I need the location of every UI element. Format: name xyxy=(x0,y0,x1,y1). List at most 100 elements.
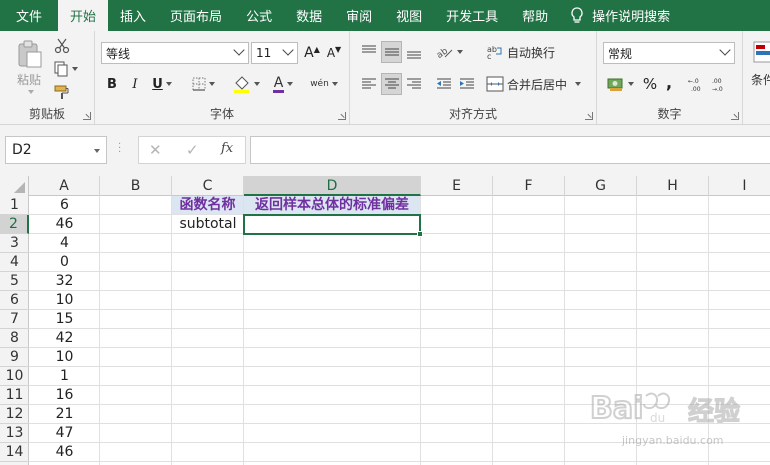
column-header-d[interactable]: D xyxy=(244,176,421,196)
cell-c1[interactable]: 函数名称 xyxy=(172,196,243,214)
name-box[interactable]: D2 xyxy=(5,136,107,164)
row-header-14[interactable]: 14 xyxy=(0,443,29,462)
cell-a10[interactable]: 1 xyxy=(29,367,100,386)
increase-indent-button[interactable] xyxy=(457,73,477,95)
tab-insert[interactable]: 插入 xyxy=(108,0,158,31)
cell-a12[interactable]: 21 xyxy=(29,405,100,424)
cancel-entry-button[interactable]: ✕ xyxy=(149,141,162,159)
column-header-g[interactable]: G xyxy=(565,176,637,196)
percent-button[interactable]: % xyxy=(641,73,659,95)
format-painter-button[interactable] xyxy=(52,82,72,102)
tab-review[interactable]: 审阅 xyxy=(334,0,384,31)
align-right-button[interactable] xyxy=(404,73,424,95)
row-header-1[interactable]: 1 xyxy=(0,196,29,215)
row-header-11[interactable]: 11 xyxy=(0,386,29,405)
row-header-3[interactable]: 3 xyxy=(0,234,29,253)
phonetic-button[interactable]: wén xyxy=(307,71,341,97)
borders-button[interactable] xyxy=(187,73,219,95)
fill-handle[interactable] xyxy=(417,231,423,237)
tab-view[interactable]: 视图 xyxy=(384,0,434,31)
row-header-12[interactable]: 12 xyxy=(0,405,29,424)
cell-a6[interactable]: 10 xyxy=(29,291,100,310)
cell-a1[interactable]: 6 xyxy=(29,196,100,215)
tab-formulas[interactable]: 公式 xyxy=(234,0,284,31)
orientation-button[interactable]: ab xyxy=(434,41,464,63)
column-header-h[interactable]: H xyxy=(637,176,709,196)
confirm-entry-button[interactable]: ✓ xyxy=(186,141,199,159)
underline-button[interactable]: U xyxy=(147,73,177,95)
tab-page-layout[interactable]: 页面布局 xyxy=(158,0,234,31)
wrap-text-button[interactable]: ab c 自动换行 xyxy=(486,41,560,63)
row-header-2[interactable]: 2 xyxy=(0,215,29,234)
column-header-f[interactable]: F xyxy=(493,176,565,196)
cell-a8[interactable]: 42 xyxy=(29,329,100,348)
cell-c2[interactable]: subtotal xyxy=(172,215,244,234)
cell-a9[interactable]: 10 xyxy=(29,348,100,367)
row-header-9[interactable]: 9 xyxy=(0,348,29,367)
bold-button[interactable]: B xyxy=(102,73,122,95)
cell-a14[interactable]: 46 xyxy=(29,443,100,462)
align-top-button[interactable] xyxy=(359,41,379,63)
accounting-format-button[interactable] xyxy=(604,73,636,95)
row-header-4[interactable]: 4 xyxy=(0,253,29,272)
comma-button[interactable]: , xyxy=(661,71,677,93)
italic-button[interactable]: I xyxy=(125,73,145,95)
cell-d1[interactable]: 返回样本总体的标准偏差 xyxy=(244,196,420,214)
formula-input[interactable] xyxy=(250,136,770,164)
column-header-e[interactable]: E xyxy=(421,176,493,196)
paste-button[interactable]: 粘贴 xyxy=(10,37,48,95)
clipboard-launcher-icon[interactable] xyxy=(83,112,91,120)
row-header-10[interactable]: 10 xyxy=(0,367,29,386)
shrink-font-button[interactable]: A ▼ xyxy=(324,42,344,64)
merge-center-button[interactable]: 合并后居中 xyxy=(486,73,584,95)
row-header-6[interactable]: 6 xyxy=(0,291,29,310)
cell-a11[interactable]: 16 xyxy=(29,386,100,405)
align-left-button[interactable] xyxy=(359,73,379,95)
row-header-5[interactable]: 5 xyxy=(0,272,29,291)
tab-help[interactable]: 帮助 xyxy=(510,0,560,31)
active-cell-d2[interactable] xyxy=(243,214,423,237)
fill-color-button[interactable] xyxy=(229,73,263,95)
decrease-decimal-button[interactable]: .00 →.0 xyxy=(711,73,733,95)
formula-bar-resize-handle[interactable]: · · · xyxy=(118,140,121,158)
conditional-format-button[interactable]: 条件 xyxy=(751,71,770,88)
number-format-select[interactable]: 常规 xyxy=(603,42,735,64)
tell-me-search[interactable]: 操作说明搜索 xyxy=(588,0,682,31)
cell-a13[interactable]: 47 xyxy=(29,424,100,443)
font-launcher-icon[interactable] xyxy=(338,112,346,120)
merge-dropdown-icon[interactable] xyxy=(575,82,582,86)
paste-dropdown-icon[interactable] xyxy=(27,89,34,94)
tab-data[interactable]: 数据 xyxy=(284,0,334,31)
tab-developer[interactable]: 开发工具 xyxy=(434,0,510,31)
select-all-button[interactable] xyxy=(0,176,29,196)
alignment-launcher-icon[interactable] xyxy=(585,112,593,120)
cell-a3[interactable]: 4 xyxy=(29,234,100,253)
cut-button[interactable] xyxy=(52,36,72,56)
tab-home[interactable]: 开始 xyxy=(58,0,109,31)
cell-a7[interactable]: 15 xyxy=(29,310,100,329)
row-header-13[interactable]: 13 xyxy=(0,424,29,443)
font-size-select[interactable]: 11 xyxy=(251,42,298,64)
insert-function-button[interactable]: fx xyxy=(221,141,233,156)
align-center-button[interactable] xyxy=(381,73,402,95)
decrease-indent-button[interactable] xyxy=(434,73,454,95)
name-box-dropdown-icon[interactable] xyxy=(94,149,100,153)
align-middle-button[interactable] xyxy=(381,41,402,63)
grow-font-button[interactable]: A ▲ xyxy=(302,42,322,64)
increase-decimal-button[interactable]: ←.0.00 xyxy=(687,73,709,95)
cell-a5[interactable]: 32 xyxy=(29,272,100,291)
column-header-b[interactable]: B xyxy=(100,176,172,196)
column-header-a[interactable]: A xyxy=(29,176,100,196)
number-launcher-icon[interactable] xyxy=(731,112,739,120)
column-header-c[interactable]: C xyxy=(172,176,244,196)
column-header-i[interactable]: I xyxy=(709,176,770,196)
font-color-button[interactable]: A xyxy=(267,73,299,95)
row-header-8[interactable]: 8 xyxy=(0,329,29,348)
copy-button[interactable] xyxy=(50,59,80,79)
font-name-select[interactable]: 等线 xyxy=(101,42,249,64)
row-header-7[interactable]: 7 xyxy=(0,310,29,329)
cell-a2[interactable]: 46 xyxy=(29,215,100,234)
align-bottom-button[interactable] xyxy=(404,41,424,63)
cell-a4[interactable]: 0 xyxy=(29,253,100,272)
tab-file[interactable]: 文件 xyxy=(0,0,58,31)
